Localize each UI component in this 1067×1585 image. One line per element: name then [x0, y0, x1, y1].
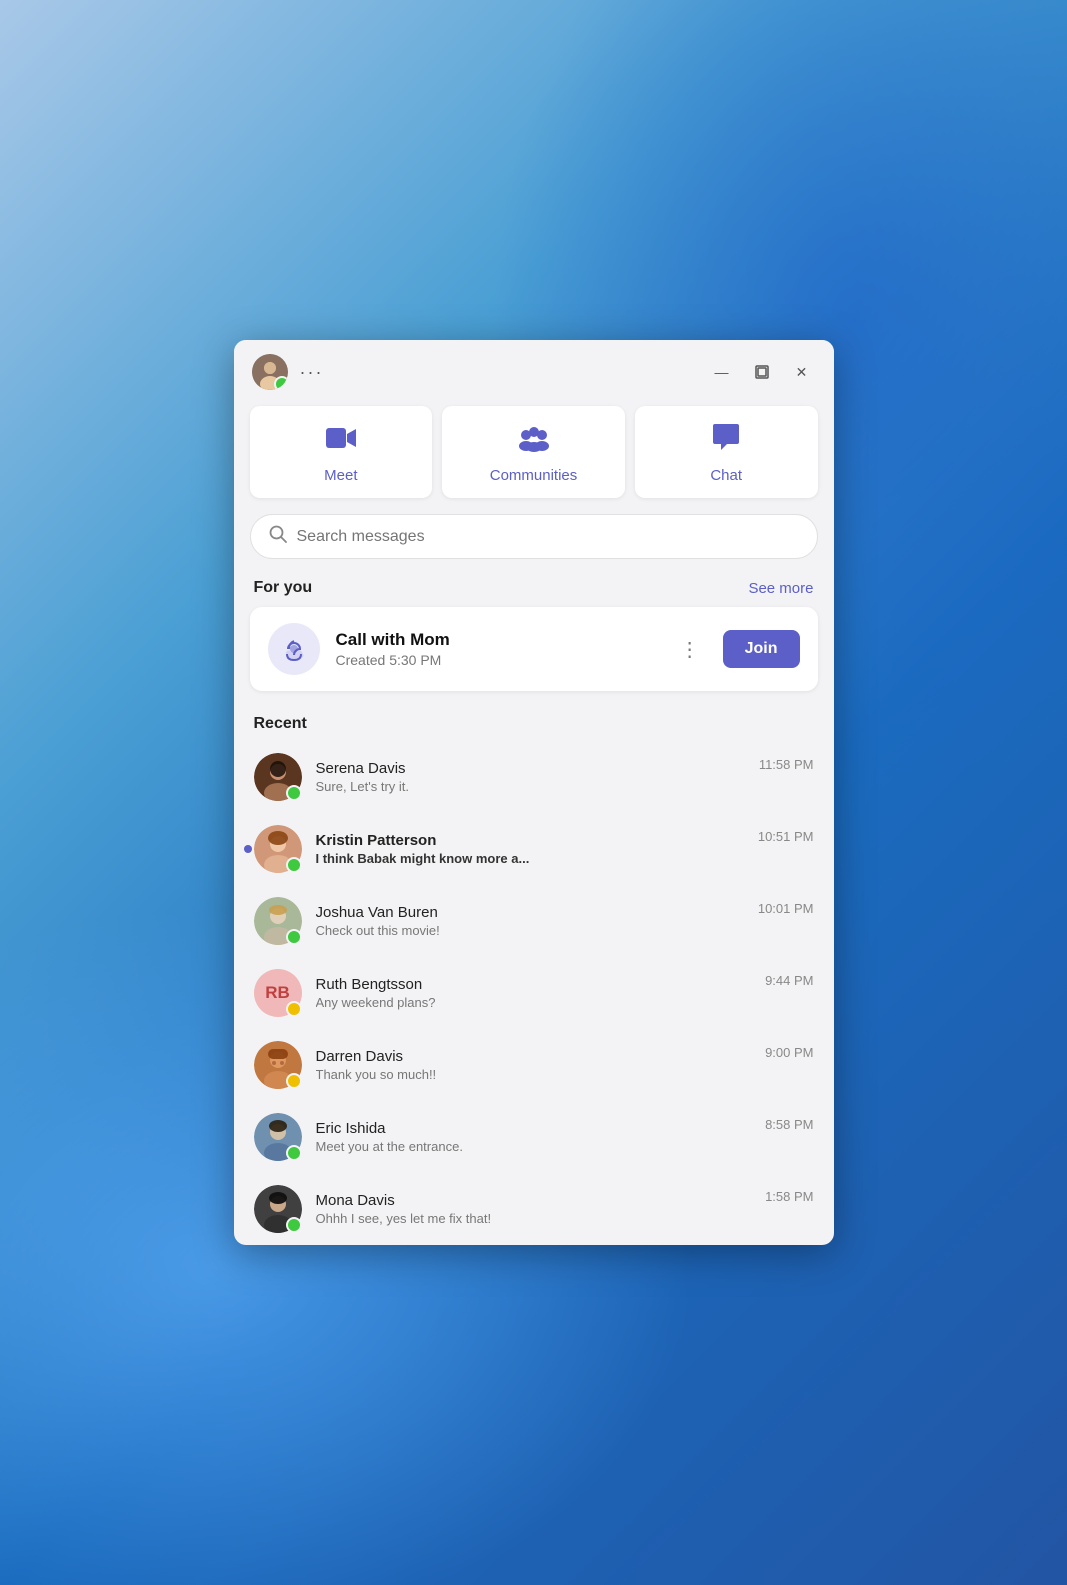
call-title: Call with Mom — [336, 630, 658, 650]
call-more-button[interactable]: ⋮ — [674, 637, 707, 662]
contact-preview: I think Babak might know more a... — [316, 851, 744, 866]
list-item[interactable]: Eric Ishida Meet you at the entrance. 8:… — [242, 1101, 826, 1173]
contact-info: Ruth Bengtsson Any weekend plans? — [316, 976, 752, 1010]
contact-name: Mona Davis — [316, 1192, 752, 1209]
avatar — [254, 1113, 302, 1161]
search-icon — [269, 525, 287, 548]
minimize-button[interactable]: — — [708, 358, 736, 386]
meet-label: Meet — [324, 467, 357, 484]
avatar — [254, 897, 302, 945]
contact-preview: Thank you so much!! — [316, 1067, 752, 1082]
unread-indicator — [244, 845, 252, 853]
contact-time: 9:00 PM — [765, 1041, 813, 1060]
avatar — [254, 1185, 302, 1233]
recent-header: Recent — [234, 711, 834, 741]
avatar — [254, 825, 302, 873]
contact-preview: Sure, Let's try it. — [316, 779, 745, 794]
call-info: Call with Mom Created 5:30 PM — [336, 630, 658, 668]
status-badge — [286, 929, 302, 945]
contact-info: Eric Ishida Meet you at the entrance. — [316, 1120, 752, 1154]
status-badge — [286, 1001, 302, 1017]
nav-tabs: Meet Communities Chat — [234, 398, 834, 514]
recent-title: Recent — [254, 715, 307, 732]
status-badge — [286, 1217, 302, 1233]
avatar — [254, 753, 302, 801]
call-subtitle: Created 5:30 PM — [336, 652, 658, 668]
contact-info: Mona Davis Ohhh I see, yes let me fix th… — [316, 1192, 752, 1226]
tab-chat[interactable]: Chat — [635, 406, 818, 498]
contact-list: Serena Davis Sure, Let's try it. 11:58 P… — [234, 741, 834, 1245]
contact-info: Kristin Patterson I think Babak might kn… — [316, 832, 744, 866]
status-badge — [286, 1145, 302, 1161]
contact-time: 10:51 PM — [758, 825, 814, 844]
chat-icon — [711, 424, 741, 459]
contact-name: Joshua Van Buren — [316, 904, 744, 921]
contact-time: 11:58 PM — [759, 753, 814, 772]
window-controls: — ✕ — [708, 358, 816, 386]
join-button[interactable]: Join — [723, 630, 800, 668]
for-you-title: For you — [254, 579, 313, 597]
chat-label: Chat — [710, 467, 742, 484]
contact-time: 1:58 PM — [765, 1185, 813, 1204]
avatar: RB — [254, 969, 302, 1017]
for-you-header: For you See more — [234, 575, 834, 607]
more-options-button[interactable]: ··· — [300, 362, 324, 383]
status-badge — [286, 1073, 302, 1089]
list-item[interactable]: Darren Davis Thank you so much!! 9:00 PM — [242, 1029, 826, 1101]
call-icon — [268, 623, 320, 675]
contact-name: Eric Ishida — [316, 1120, 752, 1137]
meet-icon — [325, 424, 357, 459]
call-card: Call with Mom Created 5:30 PM ⋮ Join — [250, 607, 818, 691]
user-avatar[interactable] — [252, 354, 288, 390]
contact-name: Kristin Patterson — [316, 832, 744, 849]
contact-time: 8:58 PM — [765, 1113, 813, 1132]
app-window: ··· — ✕ Meet — [234, 340, 834, 1245]
contact-time: 9:44 PM — [765, 969, 813, 988]
avatar — [254, 1041, 302, 1089]
contact-preview: Ohhh I see, yes let me fix that! — [316, 1211, 752, 1226]
communities-label: Communities — [490, 467, 578, 484]
status-badge — [286, 785, 302, 801]
title-bar-left: ··· — [252, 354, 324, 390]
status-badge — [286, 857, 302, 873]
tab-communities[interactable]: Communities — [442, 406, 625, 498]
contact-name: Darren Davis — [316, 1048, 752, 1065]
list-item[interactable]: RB Ruth Bengtsson Any weekend plans? 9:4… — [242, 957, 826, 1029]
search-input[interactable] — [297, 528, 799, 546]
communities-icon — [517, 424, 551, 459]
contact-preview: Any weekend plans? — [316, 995, 752, 1010]
tab-meet[interactable]: Meet — [250, 406, 433, 498]
list-item[interactable]: Serena Davis Sure, Let's try it. 11:58 P… — [242, 741, 826, 813]
contact-preview: Meet you at the entrance. — [316, 1139, 752, 1154]
see-more-button[interactable]: See more — [748, 580, 813, 597]
maximize-button[interactable] — [748, 358, 776, 386]
contact-time: 10:01 PM — [758, 897, 814, 916]
title-bar: ··· — ✕ — [234, 340, 834, 398]
list-item[interactable]: Kristin Patterson I think Babak might kn… — [242, 813, 826, 885]
contact-name: Serena Davis — [316, 760, 745, 777]
search-bar — [250, 514, 818, 559]
contact-preview: Check out this movie! — [316, 923, 744, 938]
contact-info: Joshua Van Buren Check out this movie! — [316, 904, 744, 938]
contact-info: Serena Davis Sure, Let's try it. — [316, 760, 745, 794]
list-item[interactable]: Joshua Van Buren Check out this movie! 1… — [242, 885, 826, 957]
contact-name: Ruth Bengtsson — [316, 976, 752, 993]
contact-info: Darren Davis Thank you so much!! — [316, 1048, 752, 1082]
close-button[interactable]: ✕ — [788, 358, 816, 386]
list-item[interactable]: Mona Davis Ohhh I see, yes let me fix th… — [242, 1173, 826, 1245]
